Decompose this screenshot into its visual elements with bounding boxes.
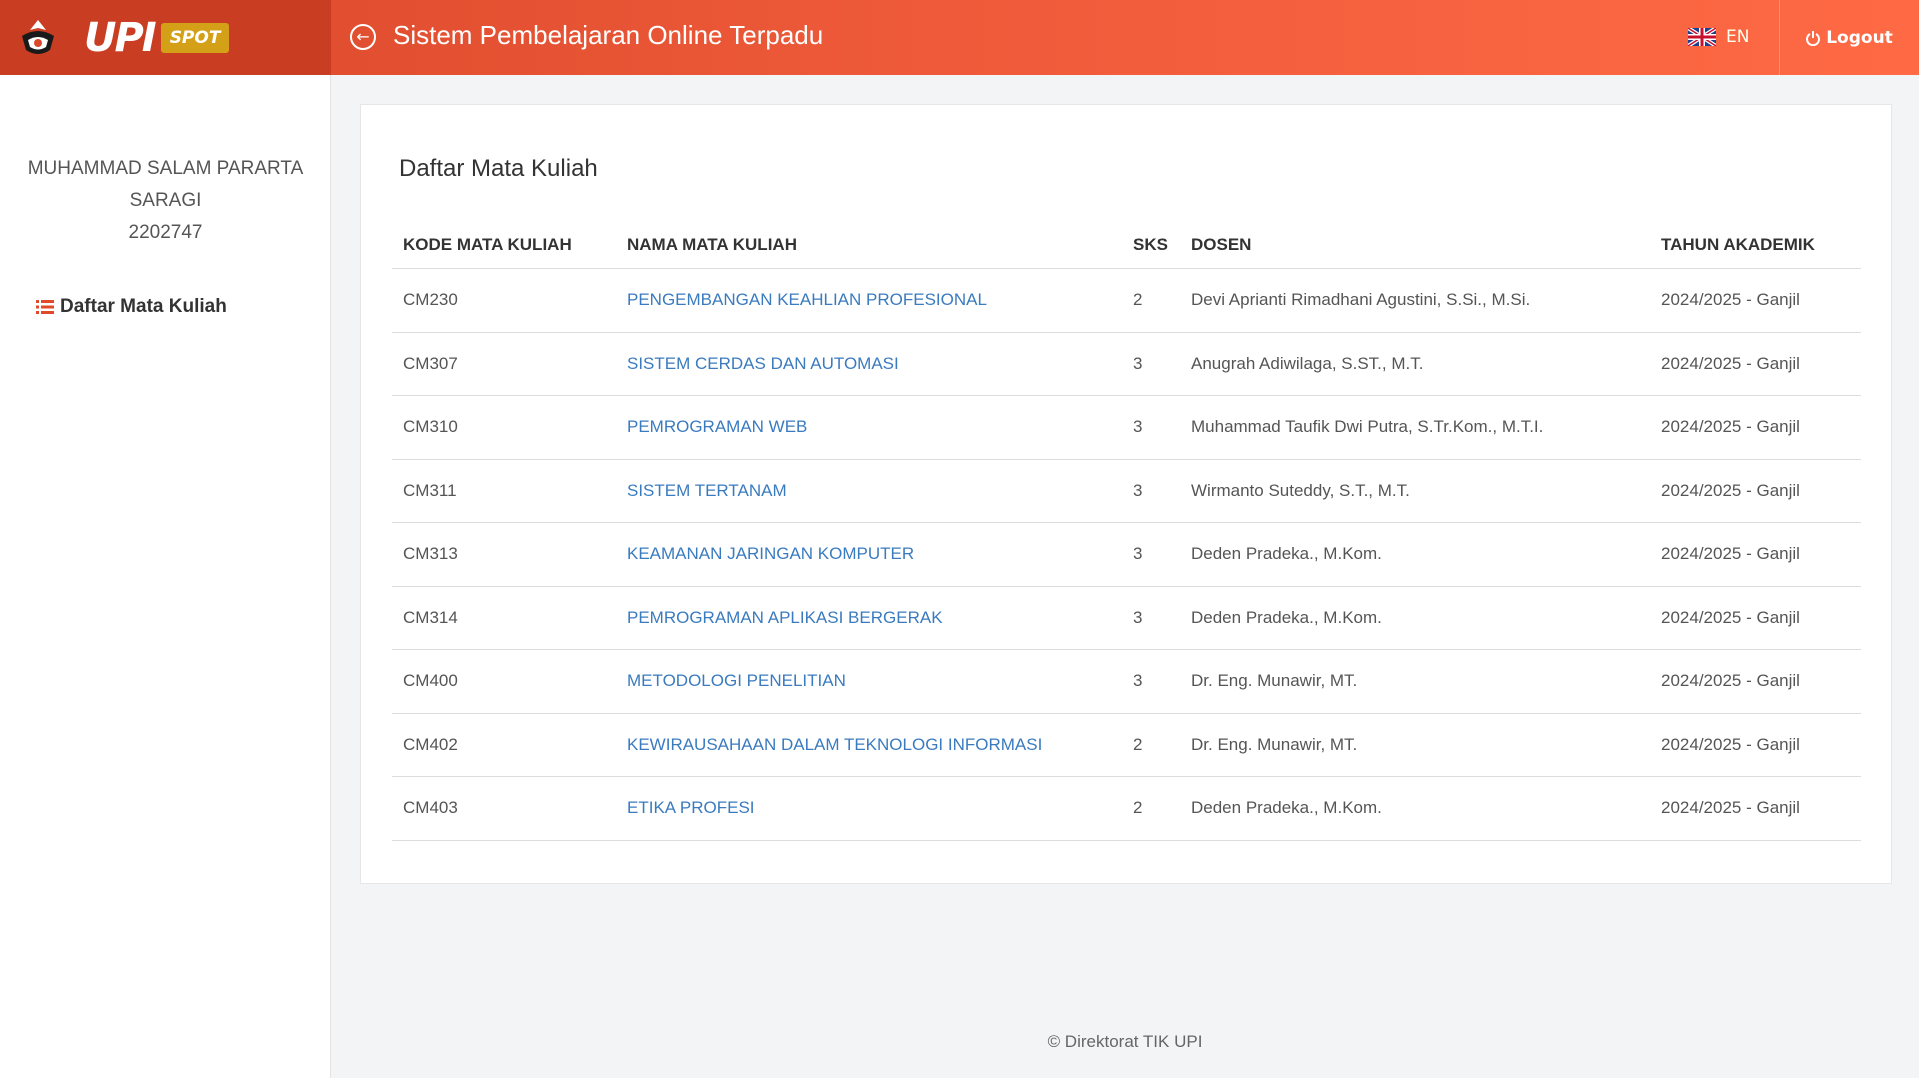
- sidebar-item-label: Daftar Mata Kuliah: [60, 296, 227, 317]
- course-academic-year: 2024/2025 - Ganjil: [1661, 480, 1800, 500]
- table-row: CM311 SISTEM TERTANAM 3 Wirmanto Suteddy, S…: [392, 460, 1861, 523]
- course-code: CM400: [403, 671, 458, 691]
- language-label: EN: [1726, 27, 1750, 47]
- course-code: CM314: [403, 607, 458, 627]
- course-academic-year: 2024/2025 - Ganjil: [1661, 353, 1800, 373]
- course-name-link[interactable]: SISTEM CERDAS DAN AUTOMASI: [616, 354, 1122, 374]
- logout-button[interactable]: Logout: [1779, 0, 1919, 75]
- course-code: CM310: [403, 417, 458, 437]
- course-lecturer: Wirmanto Suteddy, S.T., M.T.: [1191, 480, 1410, 500]
- list-icon: [36, 300, 54, 314]
- column-header-tahun: TAHUN AKADEMIK: [1661, 234, 1815, 254]
- brand-text: UPI: [84, 14, 157, 61]
- column-header-nama: NAMA MATA KULIAH: [627, 234, 797, 254]
- course-academic-year: 2024/2025 - Ganjil: [1661, 290, 1800, 310]
- top-navbar: UPI SPOT ← Sistem Pembelajaran Online Te…: [0, 0, 1919, 75]
- table-row: CM307 SISTEM CERDAS DAN AUTOMASI 3 Anugrah …: [392, 333, 1861, 396]
- course-lecturer: Deden Pradeka., M.Kom.: [1191, 544, 1382, 564]
- table-row: CM313 KEAMANAN JARINGAN KOMPUTER 3 Deden Pr…: [392, 523, 1861, 587]
- power-icon: [1806, 30, 1821, 46]
- course-code: CM313: [403, 544, 458, 564]
- uk-flag-icon: [1688, 28, 1716, 46]
- course-sks: 2: [1133, 798, 1143, 818]
- column-header-dosen: DOSEN: [1191, 234, 1252, 254]
- course-sks: 3: [1133, 480, 1143, 500]
- course-sks: 3: [1133, 544, 1143, 564]
- table-row: CM230 PENGEMBANGAN KEAHLIAN PROFESIONAL 2 D…: [392, 269, 1861, 333]
- brand-badge: SPOT: [160, 22, 230, 53]
- course-name-link[interactable]: PEMROGRAMAN APLIKASI BERGERAK: [616, 608, 1122, 628]
- app-title: Sistem Pembelajaran Online Terpadu: [393, 20, 824, 50]
- table-row: CM400 METODOLOGI PENELITIAN 3 Dr. Eng. Muna…: [392, 650, 1861, 714]
- course-sks: 3: [1133, 417, 1143, 437]
- course-lecturer: Anugrah Adiwilaga, S.ST., M.T.: [1191, 353, 1424, 373]
- course-academic-year: 2024/2025 - Ganjil: [1661, 734, 1800, 754]
- course-academic-year: 2024/2025 - Ganjil: [1661, 798, 1800, 818]
- course-sks: 3: [1133, 607, 1143, 627]
- logout-label: Logout: [1826, 27, 1893, 48]
- course-name-link[interactable]: KEAMANAN JARINGAN KOMPUTER: [616, 544, 1122, 564]
- course-academic-year: 2024/2025 - Ganjil: [1661, 417, 1800, 437]
- course-lecturer: Dr. Eng. Munawir, MT.: [1191, 734, 1358, 754]
- course-list-panel: Daftar Mata Kuliah KODE MATA KULIAH NAMA…: [360, 104, 1892, 884]
- back-button[interactable]: ←: [350, 24, 376, 50]
- user-id: 2202747: [128, 222, 203, 243]
- user-name-line2: SARAGI: [129, 190, 202, 211]
- course-academic-year: 2024/2025 - Ganjil: [1661, 671, 1800, 691]
- course-code: CM230: [403, 290, 458, 310]
- course-academic-year: 2024/2025 - Ganjil: [1661, 544, 1800, 564]
- user-name-line1: MUHAMMAD SALAM PARARTA: [27, 158, 304, 179]
- course-sks: 2: [1133, 734, 1143, 754]
- course-name-link[interactable]: PEMROGRAMAN WEB: [616, 417, 1122, 437]
- brand-logo[interactable]: UPI SPOT: [0, 0, 331, 75]
- table-row: CM402 KEWIRAUSAHAAN DALAM TEKNOLOGI INFOR…: [392, 714, 1861, 777]
- table-header: KODE MATA KULIAH NAMA MATA KULIAH SKS DO…: [392, 221, 1861, 269]
- column-header-sks: SKS: [1133, 234, 1168, 254]
- upi-emblem-icon: [22, 19, 54, 54]
- course-sks: 3: [1133, 671, 1143, 691]
- footer: © Direktorat TIK UPI: [1047, 1032, 1203, 1051]
- course-code: CM311: [403, 480, 457, 500]
- course-lecturer: Deden Pradeka., M.Kom.: [1191, 798, 1382, 818]
- table-row: CM314 PEMROGRAMAN APLIKASI BERGERAK 3 Deden…: [392, 587, 1861, 650]
- course-sks: 2: [1133, 290, 1143, 310]
- table-row: CM310 PEMROGRAMAN WEB 3 Muhammad Taufik Dwi…: [392, 396, 1861, 460]
- column-header-kode: KODE MATA KULIAH: [403, 234, 572, 254]
- course-lecturer: Muhammad Taufik Dwi Putra, S.Tr.Kom., M.…: [1191, 417, 1544, 437]
- sidebar-item-daftar-mata-kuliah[interactable]: Daftar Mata Kuliah: [36, 296, 227, 318]
- course-table: KODE MATA KULIAH NAMA MATA KULIAH SKS DO…: [392, 221, 1861, 841]
- course-code: CM402: [403, 734, 458, 754]
- course-name-link[interactable]: METODOLOGI PENELITIAN: [616, 671, 1122, 691]
- course-name-link[interactable]: SISTEM TERTANAM: [616, 481, 1122, 501]
- arrow-left-circle-icon: ←: [356, 27, 370, 46]
- course-lecturer: Dr. Eng. Munawir, MT.: [1191, 671, 1358, 691]
- course-academic-year: 2024/2025 - Ganjil: [1661, 607, 1800, 627]
- course-lecturer: Devi Aprianti Rimadhani Agustini, S.Si.,…: [1191, 290, 1531, 310]
- language-switcher[interactable]: EN: [1688, 27, 1749, 47]
- course-name-link[interactable]: KEWIRAUSAHAAN DALAM TEKNOLOGI INFORMASI: [616, 735, 1122, 755]
- course-code: CM307: [403, 353, 458, 373]
- page-title: Daftar Mata Kuliah: [399, 155, 598, 182]
- course-sks: 3: [1133, 353, 1143, 373]
- course-name-link[interactable]: ETIKA PROFESI: [616, 798, 1122, 818]
- sidebar: MUHAMMAD SALAM PARARTA SARAGI 2202747 Da…: [0, 75, 331, 1078]
- course-name-link[interactable]: PENGEMBANGAN KEAHLIAN PROFESIONAL: [616, 290, 1122, 310]
- user-profile: MUHAMMAD SALAM PARARTA SARAGI 2202747: [0, 153, 331, 249]
- table-row: CM403 ETIKA PROFESI 2 Deden Pradeka., M.Kom…: [392, 777, 1861, 841]
- course-code: CM403: [403, 798, 458, 818]
- course-lecturer: Deden Pradeka., M.Kom.: [1191, 607, 1382, 627]
